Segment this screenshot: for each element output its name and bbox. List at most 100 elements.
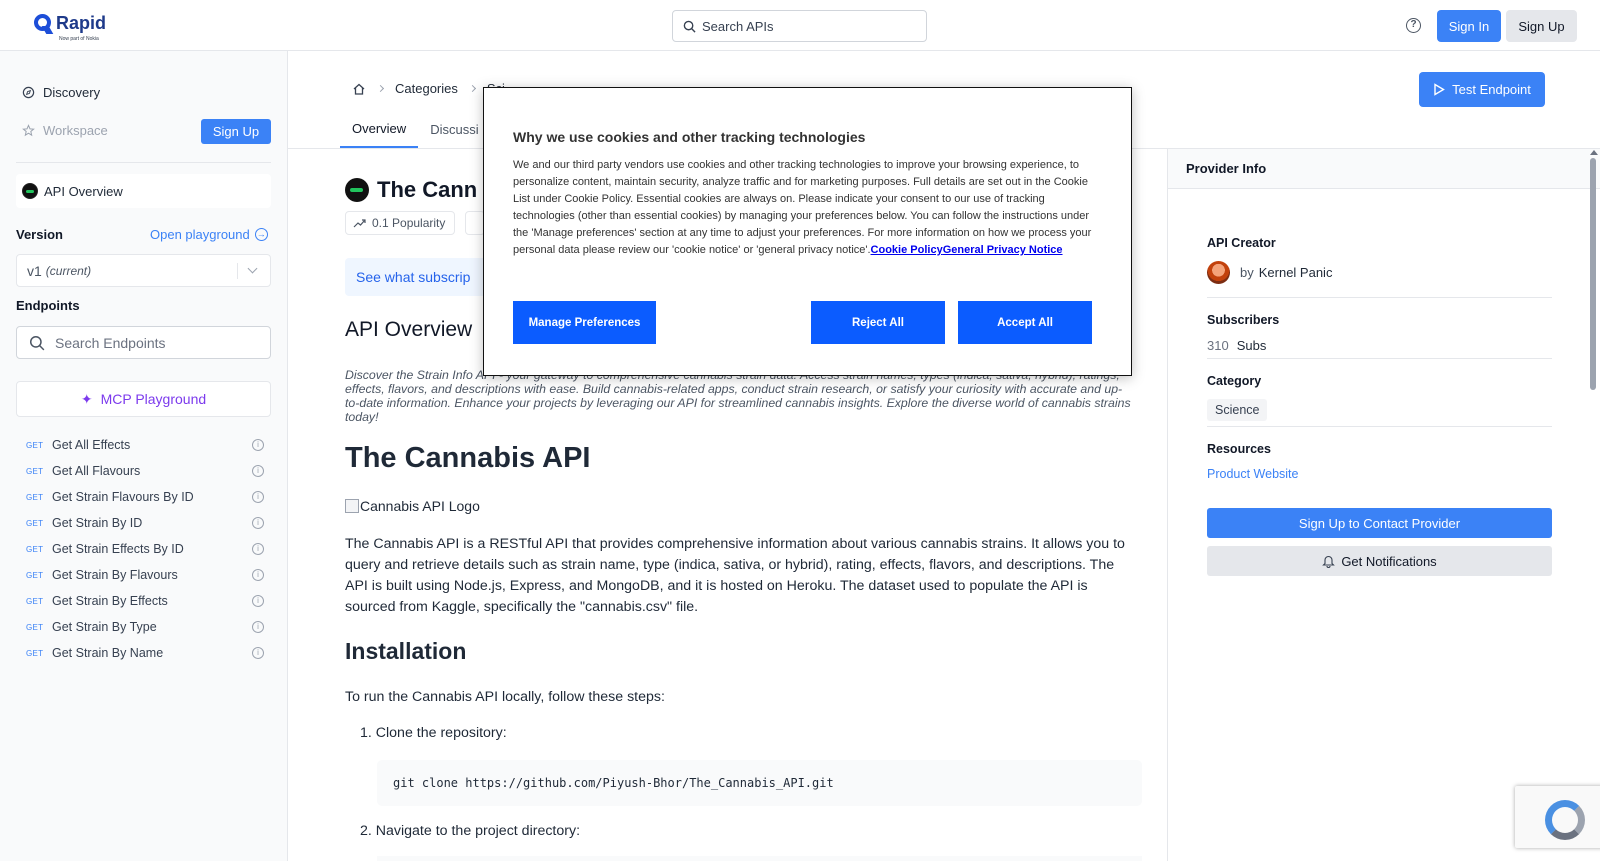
search-apis-input[interactable]: Search APIs xyxy=(672,10,927,42)
manage-preferences-button[interactable]: Manage Preferences xyxy=(513,301,656,344)
endpoint-item[interactable]: GET Get Strain By Flavours i xyxy=(26,562,266,588)
endpoint-item[interactable]: GET Get Strain Flavours By ID i xyxy=(26,484,266,510)
mcp-playground-button[interactable]: ✦ MCP Playground xyxy=(16,381,271,417)
tab-bar: Overview Discussi xyxy=(340,110,491,148)
sign-in-button[interactable]: Sign In xyxy=(1437,10,1501,42)
search-endpoints-input[interactable]: Search Endpoints xyxy=(16,326,271,359)
info-icon[interactable]: i xyxy=(252,465,264,477)
version-label: Version xyxy=(16,227,63,242)
open-playground-link[interactable]: Open playground → xyxy=(150,227,268,242)
endpoint-item[interactable]: GET Get Strain By Type i xyxy=(26,614,266,640)
info-icon[interactable]: i xyxy=(252,569,264,581)
sidebar-item-api-overview[interactable]: API Overview xyxy=(16,174,271,208)
divider xyxy=(1207,297,1552,298)
get-notifications-label: Get Notifications xyxy=(1341,553,1437,569)
popularity-value: 0.1 Popularity xyxy=(372,216,446,230)
open-playground-label: Open playground xyxy=(150,227,250,242)
contact-provider-button[interactable]: Sign Up to Contact Provider xyxy=(1207,508,1552,538)
endpoint-name: Get Strain By Flavours xyxy=(52,568,178,582)
divider xyxy=(16,162,271,163)
arrow-right-icon: → xyxy=(254,228,268,241)
info-icon[interactable]: i xyxy=(252,491,264,503)
cookie-policy-link[interactable]: Cookie Policy xyxy=(871,244,943,256)
privacy-notice-link[interactable]: General Privacy Notice xyxy=(943,244,1063,256)
sidebar-sign-up-button[interactable]: Sign Up xyxy=(201,119,271,144)
recaptcha-badge[interactable] xyxy=(1515,786,1600,848)
installation-heading: Installation xyxy=(345,638,467,664)
cookie-consent-dialog: Why we use cookies and other tracking te… xyxy=(483,87,1132,376)
info-icon[interactable]: i xyxy=(252,621,264,633)
http-method-badge: GET xyxy=(26,466,44,476)
divider xyxy=(1207,426,1552,427)
endpoint-item[interactable]: GET Get All Flavours i xyxy=(26,458,266,484)
info-icon[interactable]: i xyxy=(252,647,264,659)
accept-all-button[interactable]: Accept All xyxy=(958,301,1092,344)
installation-intro: To run the Cannabis API locally, follow … xyxy=(345,689,665,705)
home-icon[interactable] xyxy=(352,82,366,96)
subscription-banner[interactable]: See what subscrip xyxy=(345,258,505,296)
api-title: The Cann xyxy=(377,177,478,202)
search-endpoints-placeholder: Search Endpoints xyxy=(55,334,166,351)
search-placeholder: Search APIs xyxy=(702,18,774,34)
sidebar-item-label: Discovery xyxy=(43,85,101,100)
creator-by: by xyxy=(1240,265,1254,280)
reject-all-button[interactable]: Reject All xyxy=(811,301,945,344)
sidebar-item-discovery[interactable]: Discovery xyxy=(22,85,100,100)
api-overview-heading: API Overview xyxy=(345,318,473,341)
readme-title: The Cannabis API xyxy=(345,442,591,474)
http-method-badge: GET xyxy=(26,648,44,658)
endpoint-item[interactable]: GET Get Strain Effects By ID i xyxy=(26,536,266,562)
provider-info-panel: Provider Info API Creator by Kernel Pani… xyxy=(1167,149,1600,861)
endpoint-item[interactable]: GET Get Strain By Effects i xyxy=(26,588,266,614)
tab-overview[interactable]: Overview xyxy=(340,110,419,148)
api-header: The Cann xyxy=(345,177,477,203)
scrollbar-thumb[interactable] xyxy=(1590,158,1596,390)
info-icon[interactable]: i xyxy=(252,543,264,555)
test-endpoint-button[interactable]: Test Endpoint xyxy=(1419,72,1545,107)
api-description: Discover the Strain Info API - your gate… xyxy=(345,368,1131,424)
rapid-logo[interactable]: Rapid Now part of Nokia xyxy=(34,14,106,42)
help-icon[interactable]: ? xyxy=(1406,18,1421,33)
sidebar-item-label: Workspace xyxy=(43,123,108,138)
logo-subtitle: Now part of Nokia xyxy=(59,36,99,42)
bell-icon xyxy=(1322,555,1336,568)
version-value: v1 xyxy=(27,262,42,279)
tab-discussions[interactable]: Discussi xyxy=(418,110,490,148)
endpoint-name: Get Strain By Name xyxy=(52,646,164,660)
http-method-badge: GET xyxy=(26,596,44,606)
endpoint-name: Get Strain Flavours By ID xyxy=(52,490,194,504)
cookie-body-text: We and our third party vendors use cooki… xyxy=(513,159,1092,256)
sign-up-button[interactable]: Sign Up xyxy=(1506,10,1577,42)
resources-label: Resources xyxy=(1207,442,1271,456)
breadcrumb-categories[interactable]: Categories xyxy=(395,81,458,96)
subscribers-count: 310 Subs xyxy=(1207,338,1266,353)
scroll-up-arrow[interactable] xyxy=(1590,150,1598,155)
cookie-dialog-body: We and our third party vendors use cooki… xyxy=(513,157,1105,259)
test-endpoint-label: Test Endpoint xyxy=(1452,82,1531,97)
sidebar-item-workspace[interactable]: Workspace xyxy=(22,123,108,138)
get-notifications-button[interactable]: Get Notifications xyxy=(1207,546,1552,576)
endpoint-item[interactable]: GET Get Strain By ID i xyxy=(26,510,266,536)
endpoint-item[interactable]: GET Get Strain By Name i xyxy=(26,640,266,666)
version-select[interactable]: v1 (current) xyxy=(16,254,271,287)
info-icon[interactable]: i xyxy=(252,595,264,607)
top-header: Rapid Now part of Nokia Search APIs ? Si… xyxy=(0,0,1600,51)
subscribers-number: 310 xyxy=(1207,338,1229,353)
endpoint-item[interactable]: GET Get All Effects i xyxy=(26,432,266,458)
api-creator-label: API Creator xyxy=(1207,236,1276,250)
http-method-badge: GET xyxy=(26,570,44,580)
avatar xyxy=(1207,261,1230,284)
rss-badge xyxy=(465,211,485,235)
info-icon[interactable]: i xyxy=(252,517,264,529)
mcp-playground-label: MCP Playground xyxy=(100,391,207,407)
select-separator xyxy=(237,263,238,279)
category-chip[interactable]: Science xyxy=(1207,399,1268,421)
breadcrumb: Categories Sci xyxy=(352,81,505,96)
product-website-link[interactable]: Product Website xyxy=(1207,467,1298,481)
code-block xyxy=(377,856,1142,861)
api-creator[interactable]: by Kernel Panic xyxy=(1207,261,1332,284)
info-icon[interactable]: i xyxy=(252,439,264,451)
cookie-dialog-title: Why we use cookies and other tracking te… xyxy=(513,129,866,145)
compass-icon xyxy=(22,86,35,99)
endpoint-name: Get Strain By Type xyxy=(52,620,157,634)
